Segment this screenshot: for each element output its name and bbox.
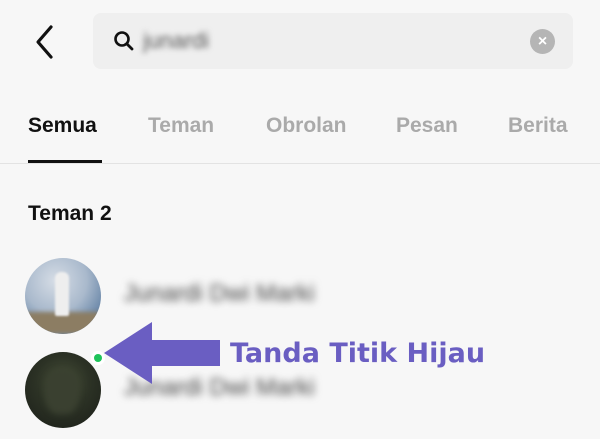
online-status-dot <box>91 351 105 365</box>
search-icon <box>114 31 134 51</box>
annotation-label: Tanda Titik Hijau <box>230 338 486 369</box>
search-input[interactable] <box>143 23 513 59</box>
tab-teman[interactable]: Teman <box>148 114 214 138</box>
active-tab-indicator <box>28 160 102 163</box>
tab-obrolan[interactable]: Obrolan <box>266 114 347 138</box>
clear-icon[interactable]: × <box>530 29 555 54</box>
tab-pesan[interactable]: Pesan <box>396 114 458 138</box>
section-title: Teman 2 <box>28 202 112 225</box>
avatar <box>25 352 101 428</box>
contact-name: Junardi Dwi Marki <box>124 280 315 307</box>
search-box[interactable]: × <box>93 13 573 69</box>
tab-berita[interactable]: Berita <box>508 114 568 138</box>
top-bar: × <box>0 0 600 84</box>
contact-row[interactable]: Junardi Dwi Marki <box>0 258 600 338</box>
arrow-annotation-icon <box>104 322 220 384</box>
tab-semua[interactable]: Semua <box>28 114 97 138</box>
tab-bar: Semua Teman Obrolan Pesan Berita <box>0 100 600 164</box>
chevron-left-icon <box>36 25 53 59</box>
back-button[interactable] <box>30 22 62 62</box>
avatar <box>25 258 101 334</box>
